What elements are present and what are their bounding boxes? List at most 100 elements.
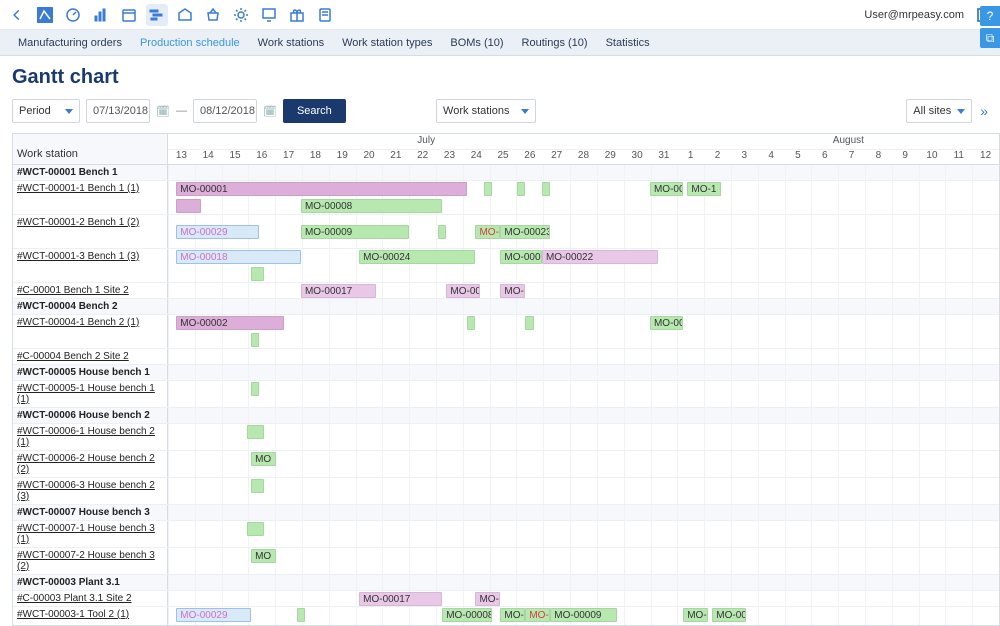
workstation-row[interactable]: #WCT-00001-2 Bench 1 (2): [13, 215, 168, 248]
app-logo-icon[interactable]: [34, 4, 56, 26]
gantt-bar[interactable]: MO-: [500, 284, 525, 298]
gantt-lane: MO-00017 MO-0: [168, 591, 999, 606]
workstation-row[interactable]: #WCT-00001-1 Bench 1 (1): [13, 181, 168, 214]
gantt-bar[interactable]: MO: [251, 549, 276, 563]
subnav-item[interactable]: Statistics: [606, 37, 650, 49]
gantt-lane: [168, 381, 999, 407]
gantt-bar[interactable]: MO-00008: [301, 199, 442, 213]
calendar-icon[interactable]: [118, 4, 140, 26]
gantt-bar[interactable]: [251, 382, 259, 396]
workstation-row[interactable]: #WCT-00004-1 Bench 2 (1): [13, 315, 168, 348]
gantt-bar[interactable]: MO-0: [475, 592, 500, 606]
gantt-bar[interactable]: MO-00024: [359, 250, 475, 264]
gantt-bar[interactable]: MO-00022: [542, 250, 658, 264]
workstation-row[interactable]: #WCT-00006-3 House bench 2 (3): [13, 478, 168, 504]
gantt-bar[interactable]: MO-00001: [176, 182, 467, 196]
gantt-bar[interactable]: MO-00: [446, 284, 479, 298]
workstation-row[interactable]: #WCT-00007-2 House bench 3 (2): [13, 548, 168, 574]
gantt-bar[interactable]: MO-00023: [500, 225, 550, 239]
subnav-item[interactable]: Work stations: [258, 37, 324, 49]
subnav-item[interactable]: Production schedule: [140, 37, 240, 49]
date-to-value: 08/12/2018: [200, 105, 255, 117]
gantt-bar[interactable]: [297, 608, 305, 622]
day-header: 29: [597, 150, 624, 166]
gantt-bar[interactable]: [517, 182, 525, 196]
gantt-bar[interactable]: MO-00017: [301, 284, 376, 298]
subnav-item[interactable]: Work station types: [342, 37, 432, 49]
chevron-down-icon: [521, 109, 529, 114]
page-title: Gantt chart: [12, 66, 988, 89]
workstation-row[interactable]: #WCT-00001-3 Bench 1 (3): [13, 249, 168, 282]
gantt-bar[interactable]: MO-00021: [500, 250, 542, 264]
gantt-bar[interactable]: MO-00: [650, 316, 683, 330]
basket-icon[interactable]: [202, 4, 224, 26]
workstation-row[interactable]: #WCT-00003-1 Tool 2 (1): [13, 607, 168, 625]
gantt-bar[interactable]: [251, 333, 259, 347]
help-button[interactable]: ?: [980, 6, 1000, 26]
calendar-icon-small-2[interactable]: 🗓: [263, 105, 277, 118]
workstation-row[interactable]: #C-00004 Bench 2 Site 2: [13, 349, 168, 364]
gantt-bar[interactable]: MO-00029: [176, 225, 259, 239]
gantt-lane: [168, 408, 999, 423]
gantt-bar[interactable]: MO-00: [712, 608, 745, 622]
gantt-bar[interactable]: MO-0: [683, 608, 708, 622]
document-icon[interactable]: [314, 4, 336, 26]
period-dropdown[interactable]: Period: [12, 99, 80, 123]
gantt-bar[interactable]: [438, 225, 446, 239]
copy-button[interactable]: ⧉: [980, 28, 1000, 48]
workstation-row[interactable]: #WCT-00007-1 House bench 3 (1): [13, 521, 168, 547]
dashboard-icon[interactable]: [62, 4, 84, 26]
gantt-bar[interactable]: [176, 199, 201, 213]
date-to-input[interactable]: 08/12/2018: [193, 99, 257, 123]
gantt-bar[interactable]: MO-00018: [176, 250, 301, 264]
gantt-bar[interactable]: MO: [251, 452, 276, 466]
user-email[interactable]: User@mrpeasy.com: [864, 9, 964, 21]
gantt-bar[interactable]: MO-00: [650, 182, 683, 196]
gantt-bar[interactable]: MO-00008: [442, 608, 492, 622]
gift-icon[interactable]: [286, 4, 308, 26]
gantt-bar[interactable]: [251, 479, 263, 493]
gantt-bar[interactable]: MO-00029: [176, 608, 251, 622]
gantt-bar[interactable]: MO-00017: [359, 592, 442, 606]
search-button[interactable]: Search: [283, 99, 346, 123]
gantt-body[interactable]: #WCT-00001 Bench 1#WCT-00001-1 Bench 1 (…: [13, 165, 999, 625]
back-icon[interactable]: [6, 4, 28, 26]
reports-icon[interactable]: [90, 4, 112, 26]
gantt-bar[interactable]: MO-0: [525, 608, 550, 622]
settings-icon[interactable]: [230, 4, 252, 26]
workstation-row[interactable]: #WCT-00006-1 House bench 2 (1): [13, 424, 168, 450]
gantt-bar[interactable]: [247, 522, 264, 536]
subnav-item[interactable]: BOMs (10): [450, 37, 503, 49]
gantt-bar[interactable]: MO-00009: [301, 225, 409, 239]
gantt-bar[interactable]: [484, 182, 492, 196]
workstation-row[interactable]: #WCT-00005-1 House bench 1 (1): [13, 381, 168, 407]
gantt-bar[interactable]: [247, 425, 264, 439]
monitor-icon[interactable]: [258, 4, 280, 26]
inventory-icon[interactable]: [174, 4, 196, 26]
gantt-lane: [168, 165, 999, 180]
date-from-input[interactable]: 07/13/2018: [86, 99, 150, 123]
gantt-bar[interactable]: MO-1: [687, 182, 720, 196]
gantt-bar[interactable]: [467, 316, 475, 330]
gantt-bar[interactable]: [542, 182, 550, 196]
calendar-icon-small[interactable]: 🗓: [156, 105, 170, 118]
workstation-row[interactable]: #C-00003 Plant 3.1 Site 2: [13, 591, 168, 606]
gantt-bar[interactable]: MO-00002: [176, 316, 284, 330]
gantt-lane: MO: [168, 451, 999, 477]
subnav-item[interactable]: Routings (10): [522, 37, 588, 49]
subnav-item[interactable]: Manufacturing orders: [18, 37, 122, 49]
workstation-row[interactable]: #WCT-00006-2 House bench 2 (2): [13, 451, 168, 477]
day-header: 16: [248, 150, 275, 166]
expand-icon[interactable]: »: [980, 103, 988, 119]
sites-dropdown[interactable]: All sites: [906, 99, 972, 123]
gantt-bar[interactable]: [525, 316, 533, 330]
gantt-bar[interactable]: MO-00009: [550, 608, 616, 622]
gantt-bar[interactable]: MO-0: [500, 608, 525, 622]
gantt-icon[interactable]: [146, 4, 168, 26]
gantt-bar[interactable]: MO-0: [475, 225, 500, 239]
gantt-lane: [168, 299, 999, 314]
gantt-bar[interactable]: [251, 267, 263, 281]
workstation-row[interactable]: #C-00001 Bench 1 Site 2: [13, 283, 168, 298]
groupby-dropdown[interactable]: Work stations: [436, 99, 536, 123]
gantt-lane: MO: [168, 548, 999, 574]
